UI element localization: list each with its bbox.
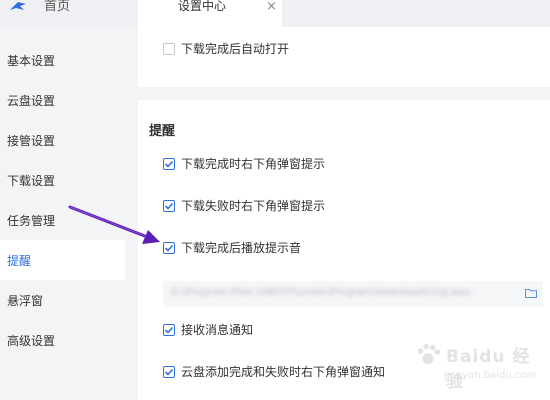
tab-bar: 首页 设置中心 × (0, 0, 550, 27)
sidebar-item-label: 高级设置 (7, 333, 56, 348)
option-label: 下载失败时右下角弹窗提示 (181, 199, 326, 213)
sidebar-item-reminder[interactable]: 提醒 (0, 240, 125, 280)
checkbox-checked[interactable] (163, 323, 175, 336)
checkmark-icon (164, 202, 174, 210)
option-label: 接收消息通知 (181, 323, 254, 337)
close-tab-icon[interactable]: × (266, 0, 277, 14)
notify-complete-option[interactable]: 下载完成时右下角弹窗提示 (163, 155, 325, 172)
tab-home-label: 首页 (44, 0, 71, 14)
sidebar-item-label: 下载设置 (7, 173, 56, 188)
tab-settings[interactable]: 设置中心 × (138, 0, 282, 27)
sound-path-input[interactable]: D:\Program Files (x86)\Thunder\Program\d… (163, 281, 543, 307)
sidebar-item-floating[interactable]: 悬浮窗 (0, 280, 125, 320)
sidebar-item-cloud[interactable]: 云盘设置 (0, 80, 125, 120)
paw-logo-icon (417, 343, 441, 365)
sidebar-item-label: 基本设置 (7, 53, 56, 68)
sidebar-item-takeover[interactable]: 接管设置 (0, 120, 125, 160)
tab-home[interactable]: 首页 (0, 0, 138, 27)
checkmark-icon (164, 368, 174, 376)
checkbox[interactable] (163, 42, 175, 55)
sidebar-item-label: 云盘设置 (7, 93, 56, 108)
sidebar-item-label: 悬浮窗 (7, 293, 44, 308)
sidebar-item-advanced[interactable]: 高级设置 (0, 320, 125, 360)
option-label: 云盘添加完成和失败时右下角弹窗通知 (181, 365, 386, 379)
checkmark-icon (164, 244, 174, 252)
receive-messages-option[interactable]: 接收消息通知 (163, 321, 253, 338)
option-label: 下载完成后播放提示音 (181, 241, 302, 255)
settings-sidebar: 基本设置 云盘设置 接管设置 下载设置 任务管理 提醒 悬浮窗 高级设置 (0, 27, 138, 400)
tab-settings-label: 设置中心 (178, 0, 227, 13)
sidebar-item-download[interactable]: 下载设置 (0, 160, 125, 200)
section-title: 提醒 (149, 124, 176, 139)
sound-path-value: D:\Program Files (x86)\Thunder\Program\d… (171, 287, 472, 298)
sidebar-item-tasks[interactable]: 任务管理 (0, 200, 125, 240)
option-label: 下载完成后自动打开 (181, 42, 290, 56)
notify-failed-option[interactable]: 下载失败时右下角弹窗提示 (163, 197, 325, 214)
option-label: 下载完成时右下角弹窗提示 (181, 157, 326, 171)
checkmark-icon (164, 160, 174, 168)
checkbox-checked[interactable] (163, 199, 175, 212)
app-bird-logo-icon (10, 1, 26, 10)
cloud-notify-option[interactable]: 云盘添加完成和失败时右下角弹窗通知 (163, 363, 385, 380)
folder-icon[interactable] (525, 288, 537, 298)
checkmark-icon (164, 326, 174, 334)
sidebar-item-basic[interactable]: 基本设置 (0, 40, 125, 80)
checkbox-checked[interactable] (163, 241, 175, 254)
checkbox-checked[interactable] (163, 157, 175, 170)
auto-open-option[interactable]: 下载完成后自动打开 (163, 40, 289, 57)
checkbox-checked[interactable] (163, 365, 175, 378)
sidebar-item-label: 提醒 (7, 253, 32, 268)
play-sound-option[interactable]: 下载完成后播放提示音 (163, 239, 301, 256)
watermark-text: Baidu 经验 (446, 347, 531, 392)
watermark: Baidu 经验 jingyan.baidu.com (394, 336, 537, 396)
sidebar-item-label: 接管设置 (7, 133, 56, 148)
sidebar-item-label: 任务管理 (7, 213, 56, 228)
watermark-url: jingyan.baidu.com (444, 370, 537, 381)
download-section-panel (138, 27, 550, 87)
